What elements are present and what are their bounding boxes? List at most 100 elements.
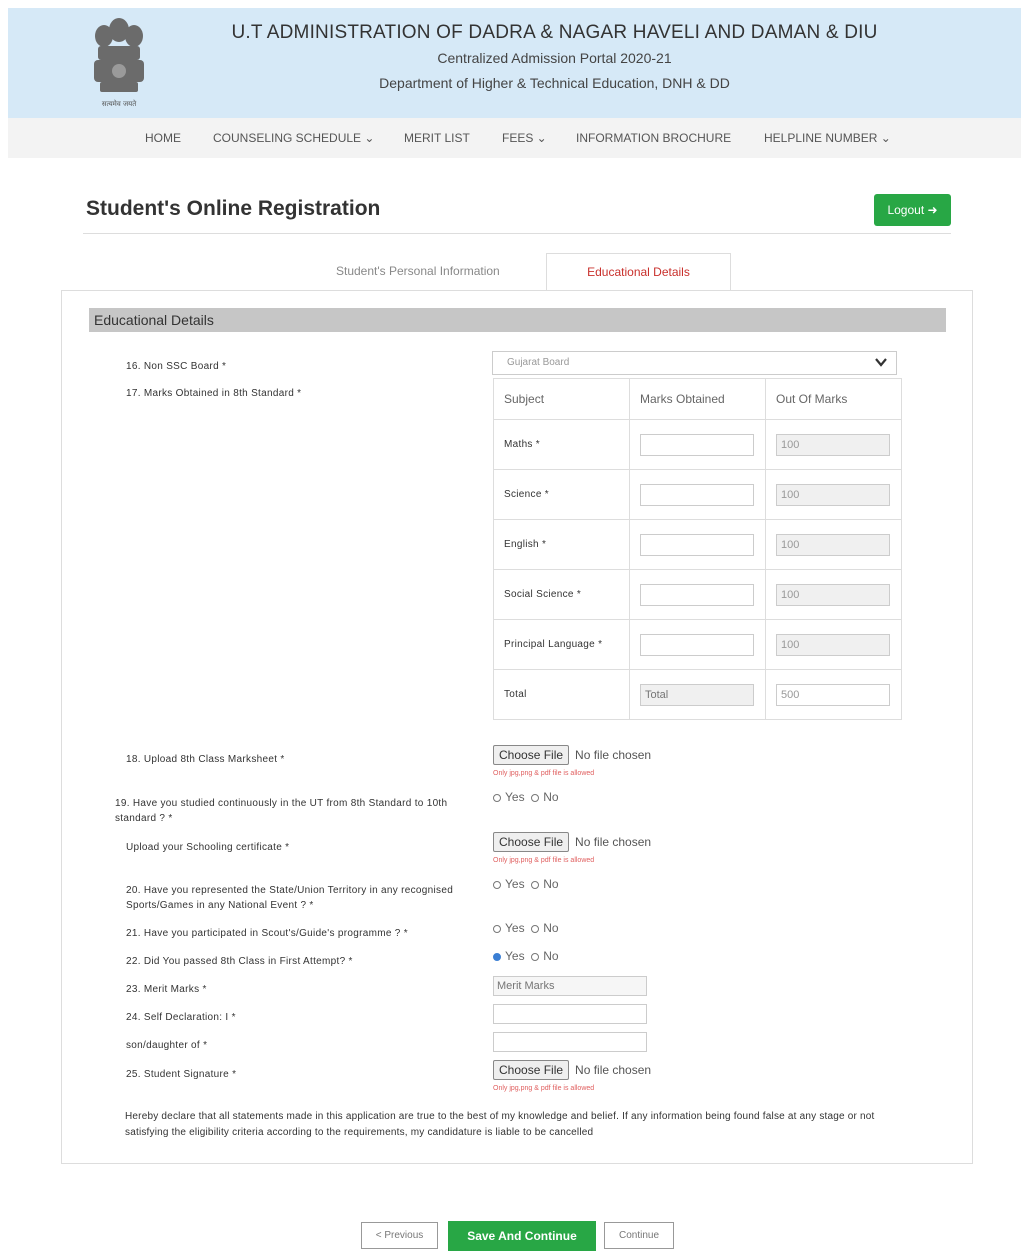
science-out-of-input	[776, 483, 890, 506]
subject-cell: Social Science *	[493, 569, 630, 620]
signature-label: 25. Student Signature *	[126, 1069, 237, 1080]
schooling-certificate-label: Upload your Schooling certificate *	[126, 842, 290, 853]
no-label: No	[543, 877, 559, 891]
sports-yes-radio[interactable]	[493, 881, 501, 889]
tab-personal-information[interactable]: Student's Personal Information	[336, 264, 500, 278]
first-attempt-radios: Yes No	[493, 949, 559, 963]
scouts-radios: Yes No	[493, 921, 559, 935]
no-label: No	[543, 790, 559, 804]
continuous-study-radios: Yes No	[493, 790, 559, 804]
table-row-total: Total	[493, 669, 902, 720]
nav-information-brochure[interactable]: INFORMATION BROCHURE	[576, 131, 731, 145]
principal-language-marks-input[interactable]	[640, 633, 754, 656]
page-title: Student's Online Registration	[86, 197, 381, 220]
signature-upload: Choose File No file chosen	[493, 1060, 651, 1080]
emblem-caption: सत्यमेव जयते	[102, 99, 137, 108]
title-divider	[83, 233, 951, 234]
signature-file-status: No file chosen	[575, 1063, 652, 1077]
portal-title: U.T ADMINISTRATION OF DADRA & NAGAR HAVE…	[231, 22, 878, 43]
table-row: Science *	[493, 469, 902, 520]
marksheet-file-note: Only jpg,png & pdf file is allowed	[493, 770, 595, 777]
first-attempt-yes-radio[interactable]	[493, 953, 501, 961]
total-out-of-input	[776, 683, 890, 706]
no-label: No	[543, 949, 559, 963]
board-select-value: Gujarat Board	[507, 357, 570, 368]
marksheet-file-status: No file chosen	[575, 748, 652, 762]
self-declaration-label: 24. Self Declaration: I *	[126, 1012, 236, 1023]
sports-label: 20. Have you represented the State/Union…	[126, 885, 454, 911]
tab-educational-details[interactable]: Educational Details	[546, 253, 731, 291]
nav-counseling-schedule[interactable]: COUNSELING SCHEDULE ⌄	[213, 131, 374, 145]
scouts-yes-radio[interactable]	[493, 925, 501, 933]
continue-button[interactable]: Continue	[604, 1222, 674, 1249]
section-heading: Educational Details	[89, 308, 946, 332]
board-select[interactable]: Gujarat Board	[492, 351, 897, 375]
save-and-continue-button[interactable]: Save And Continue	[448, 1221, 596, 1251]
header-subject: Subject	[493, 378, 630, 420]
schooling-file-note: Only jpg,png & pdf file is allowed	[493, 857, 595, 864]
site-header: सत्यमेव जयते U.T ADMINISTRATION OF DADRA…	[8, 8, 1021, 118]
header-marks-obtained: Marks Obtained	[629, 378, 766, 420]
merit-marks-label: 23. Merit Marks *	[126, 984, 207, 995]
maths-out-of-input	[776, 433, 890, 456]
subject-cell: English *	[493, 519, 630, 570]
marks-table: Subject Marks Obtained Out Of Marks Math…	[493, 378, 902, 720]
declaration-text: Hereby declare that all statements made …	[125, 1111, 875, 1138]
first-attempt-no-radio[interactable]	[531, 953, 540, 961]
chevron-down-icon	[875, 358, 887, 367]
sports-no-radio[interactable]	[531, 881, 540, 889]
first-attempt-label: 22. Did You passed 8th Class in First At…	[126, 956, 353, 967]
sports-radios: Yes No	[493, 877, 559, 891]
social-science-out-of-input	[776, 583, 890, 606]
continuous-study-no-radio[interactable]	[531, 794, 540, 802]
signature-file-note: Only jpg,png & pdf file is allowed	[493, 1085, 595, 1092]
portal-subtitle: Centralized Admission Portal 2020-21	[437, 50, 672, 66]
nav-home[interactable]: HOME	[145, 131, 181, 145]
continuous-study-label: 19. Have you studied continuously in the…	[115, 798, 448, 824]
nav-merit-list[interactable]: MERIT LIST	[404, 131, 470, 145]
table-row: English *	[493, 519, 902, 570]
continuous-study-yes-radio[interactable]	[493, 794, 501, 802]
table-row: Maths *	[493, 419, 902, 470]
yes-label: Yes	[505, 921, 525, 935]
english-out-of-input	[776, 533, 890, 556]
total-marks-input	[640, 683, 754, 706]
total-label: Total	[493, 669, 630, 720]
son-daughter-label: son/daughter of *	[126, 1040, 208, 1051]
department-name: Department of Higher & Technical Educati…	[379, 75, 730, 91]
main-nav: HOME COUNSELING SCHEDULE ⌄ MERIT LIST FE…	[8, 118, 1021, 158]
english-marks-input[interactable]	[640, 533, 754, 556]
nav-helpline-number[interactable]: HELPLINE NUMBER ⌄	[764, 131, 891, 145]
table-header-row: Subject Marks Obtained Out Of Marks	[493, 378, 902, 420]
scouts-label: 21. Have you participated in Scout's/Gui…	[126, 928, 408, 939]
yes-label: Yes	[505, 877, 525, 891]
schooling-choose-file-button[interactable]: Choose File	[493, 832, 570, 852]
logout-button[interactable]: Logout ➜	[874, 194, 951, 226]
marksheet-upload: Choose File No file chosen	[493, 745, 651, 765]
merit-marks-input	[493, 976, 647, 996]
scouts-no-radio[interactable]	[531, 925, 540, 933]
marksheet-upload-label: 18. Upload 8th Class Marksheet *	[126, 754, 285, 765]
yes-label: Yes	[505, 949, 525, 963]
schooling-file-status: No file chosen	[575, 835, 652, 849]
self-declaration-name-input[interactable]	[493, 1004, 647, 1024]
maths-marks-input[interactable]	[640, 433, 754, 456]
signature-choose-file-button[interactable]: Choose File	[493, 1060, 570, 1080]
marksheet-choose-file-button[interactable]: Choose File	[493, 745, 570, 765]
table-row: Social Science *	[493, 569, 902, 620]
subject-cell: Science *	[493, 469, 630, 520]
table-row: Principal Language *	[493, 619, 902, 670]
parent-name-input[interactable]	[493, 1032, 647, 1052]
science-marks-input[interactable]	[640, 483, 754, 506]
schooling-certificate-upload: Choose File No file chosen	[493, 832, 651, 852]
header-out-of-marks: Out Of Marks	[765, 378, 902, 420]
social-science-marks-input[interactable]	[640, 583, 754, 606]
nav-fees[interactable]: FEES ⌄	[502, 131, 547, 145]
marks-label: 17. Marks Obtained in 8th Standard *	[126, 388, 302, 399]
yes-label: Yes	[505, 790, 525, 804]
principal-language-out-of-input	[776, 633, 890, 656]
previous-button[interactable]: < Previous	[361, 1222, 438, 1249]
no-label: No	[543, 921, 559, 935]
subject-cell: Principal Language *	[493, 619, 630, 670]
subject-cell: Maths *	[493, 419, 630, 470]
